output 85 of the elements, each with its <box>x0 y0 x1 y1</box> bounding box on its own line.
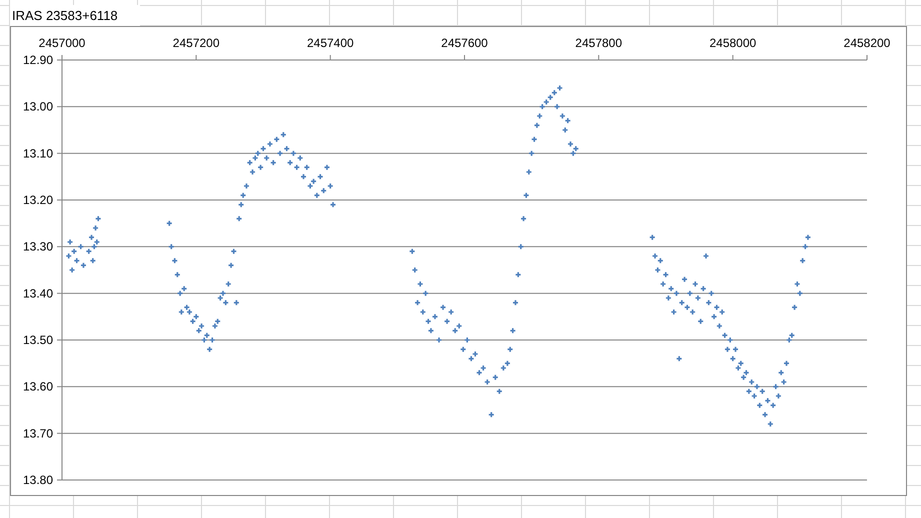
axis-label: 12.90 <box>22 53 53 67</box>
data-point <box>228 262 234 269</box>
data-point <box>794 280 801 288</box>
axis-label: 2457000 <box>38 36 86 50</box>
data-point <box>238 201 244 208</box>
data-point <box>520 215 527 222</box>
data-point <box>530 136 538 143</box>
data-point <box>536 112 543 120</box>
data-point <box>174 271 181 278</box>
data-point <box>676 355 682 362</box>
axis-label: 2457200 <box>172 36 220 50</box>
data-point <box>796 290 804 297</box>
axis-label: 2457800 <box>575 36 622 50</box>
axis-label: 13.00 <box>22 100 53 114</box>
data-point <box>791 304 798 311</box>
data-point <box>94 215 102 222</box>
data-point <box>526 168 532 176</box>
data-point <box>512 299 519 306</box>
data-point <box>702 252 710 260</box>
data-point <box>166 220 173 227</box>
data-point <box>408 248 416 255</box>
data-point <box>233 299 240 306</box>
data-point <box>171 257 178 264</box>
data-point <box>304 164 310 171</box>
axis-label: 13.60 <box>22 380 53 394</box>
data-point <box>775 392 782 400</box>
axis-label: 13.30 <box>22 240 53 254</box>
data-point <box>522 192 530 199</box>
data-point <box>534 122 540 129</box>
data-point <box>68 266 76 274</box>
data-point <box>496 388 503 395</box>
data-point <box>330 201 336 208</box>
axis-label: 13.40 <box>22 286 53 300</box>
data-point <box>762 411 768 418</box>
data-point <box>92 224 99 232</box>
data-point <box>168 243 175 250</box>
data-point <box>510 327 516 334</box>
axis-label: 13.70 <box>22 426 53 440</box>
data-point <box>416 280 424 288</box>
data-point <box>562 126 568 134</box>
axis-label: 2458200 <box>844 36 890 50</box>
data-point <box>422 290 429 297</box>
data-point <box>528 150 535 157</box>
data-point <box>514 271 522 278</box>
axis-label: 13.80 <box>22 473 53 487</box>
data-point <box>412 266 418 274</box>
data-point <box>300 173 307 180</box>
data-point <box>670 308 678 316</box>
data-point <box>444 318 450 325</box>
data-point <box>420 308 426 316</box>
data-point <box>518 243 524 250</box>
data-point <box>225 280 232 288</box>
data-point <box>236 215 242 222</box>
axis-label: 13.50 <box>22 333 53 347</box>
data-point <box>436 336 442 344</box>
data-point <box>66 238 74 246</box>
data-point <box>649 234 656 241</box>
data-point <box>716 322 723 330</box>
data-point <box>783 360 790 367</box>
data-point <box>230 248 238 255</box>
data-point <box>767 420 774 428</box>
data-point <box>804 234 812 241</box>
axis-label: 13.20 <box>22 193 53 207</box>
axis-label: 2458000 <box>709 36 756 50</box>
data-point <box>464 336 470 344</box>
axis-label: 13.10 <box>22 146 53 160</box>
data-point <box>554 103 560 110</box>
data-point <box>428 327 434 334</box>
chart-title: IRAS 23583+6118 <box>11 6 118 25</box>
data-point <box>488 411 495 418</box>
data-point <box>506 346 514 353</box>
data-point <box>460 346 466 353</box>
data-point <box>414 299 421 306</box>
data-point <box>324 164 330 171</box>
data-point <box>802 243 809 250</box>
axis-label: 2457400 <box>306 36 354 50</box>
data-point <box>90 257 96 264</box>
data-point <box>799 257 806 264</box>
data-point <box>206 346 213 353</box>
data-point <box>240 192 246 199</box>
data-point <box>681 276 688 283</box>
data-point <box>697 318 704 325</box>
axis-label: 2457600 <box>441 36 488 50</box>
data-point <box>243 182 250 190</box>
data-point <box>778 369 784 376</box>
